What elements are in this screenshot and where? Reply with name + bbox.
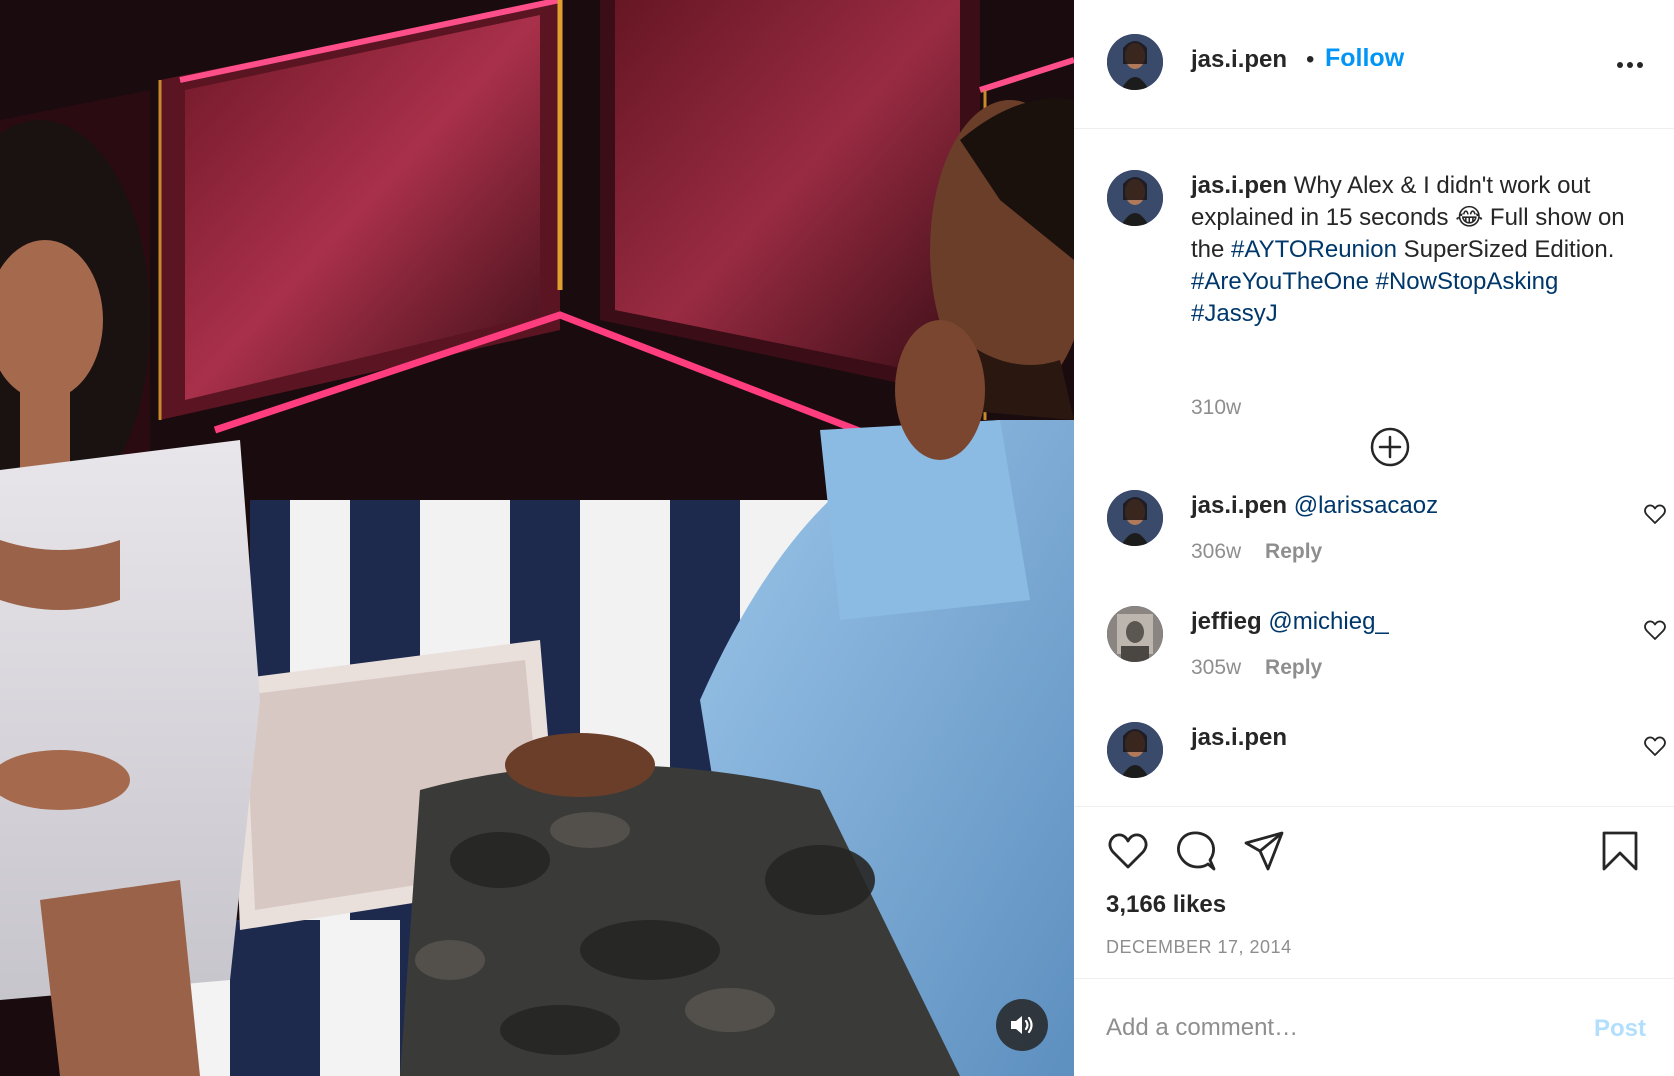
follow-button[interactable]: Follow <box>1325 44 1404 73</box>
likes-count[interactable]: 3,166 likes <box>1106 891 1226 919</box>
comment-timestamp[interactable]: 306w <box>1191 540 1241 563</box>
caption-username[interactable]: jas.i.pen <box>1191 172 1287 199</box>
comment-item: jas.i.pen @larissacaoz 306w Reply <box>1107 490 1666 590</box>
avatar-image <box>1107 170 1163 226</box>
like-comment-heart-icon[interactable] <box>1643 502 1667 526</box>
comment-username[interactable]: jeffieg <box>1191 608 1262 635</box>
comment-bubble-icon[interactable] <box>1174 829 1218 873</box>
comment-meta: 305w Reply <box>1191 656 1322 680</box>
share-paper-plane-icon[interactable] <box>1242 829 1286 873</box>
avatar[interactable] <box>1107 606 1163 662</box>
hashtag-link[interactable]: #AYTOReunion <box>1231 236 1397 263</box>
post-username[interactable]: jas.i.pen <box>1191 46 1287 74</box>
post-video[interactable] <box>0 0 1074 1076</box>
reply-button[interactable]: Reply <box>1265 656 1322 679</box>
avatar[interactable] <box>1107 34 1163 90</box>
caption-timestamp[interactable]: 310w <box>1191 396 1241 420</box>
hashtag-link[interactable]: #NowStopAsking <box>1376 268 1559 295</box>
caption-body: SuperSized Edition. <box>1403 236 1615 263</box>
separator-dot: • <box>1306 46 1315 73</box>
comment-text: jas.i.pen @larissacaoz <box>1191 490 1438 522</box>
caption-text: jas.i.pen Why Alex & I didn't work out e… <box>1191 170 1641 330</box>
load-more-comments-icon[interactable] <box>1369 426 1411 468</box>
avatar[interactable] <box>1107 490 1163 546</box>
more-options-icon[interactable] <box>1612 50 1648 80</box>
like-comment-heart-icon[interactable] <box>1643 734 1667 758</box>
speaker-icon <box>1011 1016 1033 1034</box>
hashtag-link[interactable]: #AreYouTheOne <box>1191 268 1369 295</box>
video-frame <box>0 0 1074 1076</box>
avatar-image <box>1107 34 1163 90</box>
post-date[interactable]: DECEMBER 17, 2014 <box>1106 937 1292 958</box>
add-comment-bar: Post <box>1074 978 1674 1076</box>
avatar-image <box>1107 606 1163 662</box>
comment-timestamp[interactable]: 305w <box>1191 656 1241 679</box>
reply-button[interactable]: Reply <box>1265 540 1322 563</box>
comment-text: jas.i.pen <box>1191 722 1287 754</box>
comment-username[interactable]: jas.i.pen <box>1191 492 1287 519</box>
like-comment-heart-icon[interactable] <box>1643 618 1667 642</box>
hashtag-link[interactable]: #JassyJ <box>1191 300 1278 327</box>
like-heart-icon[interactable] <box>1106 829 1150 873</box>
laughing-emoji-icon: 😂 <box>1455 204 1484 231</box>
avatar-image <box>1107 722 1163 778</box>
post-comment-button[interactable]: Post <box>1594 1015 1646 1043</box>
comment-input[interactable] <box>1106 1003 1546 1053</box>
mention-link[interactable]: @larissacaoz <box>1294 492 1438 519</box>
post-actions: 3,166 likes DECEMBER 17, 2014 <box>1074 806 1674 978</box>
comment-username[interactable]: jas.i.pen <box>1191 724 1287 751</box>
audio-toggle-button[interactable] <box>996 999 1048 1051</box>
avatar[interactable] <box>1107 170 1163 226</box>
avatar[interactable] <box>1107 722 1163 778</box>
comment-item: jas.i.pen <box>1107 722 1666 806</box>
comments-section[interactable]: jas.i.pen Why Alex & I didn't work out e… <box>1074 130 1674 806</box>
avatar-image <box>1107 490 1163 546</box>
save-bookmark-icon[interactable] <box>1598 829 1642 873</box>
comment-text: jeffieg @michieg_ <box>1191 606 1389 638</box>
post-header: jas.i.pen • Follow <box>1074 0 1674 129</box>
comment-meta: 306w Reply <box>1191 540 1322 564</box>
mention-link[interactable]: @michieg_ <box>1268 608 1388 635</box>
post-side-panel: jas.i.pen • Follow jas.i.pen Why Alex & … <box>1074 0 1674 1076</box>
comment-item: jeffieg @michieg_ 305w Reply <box>1107 606 1666 706</box>
